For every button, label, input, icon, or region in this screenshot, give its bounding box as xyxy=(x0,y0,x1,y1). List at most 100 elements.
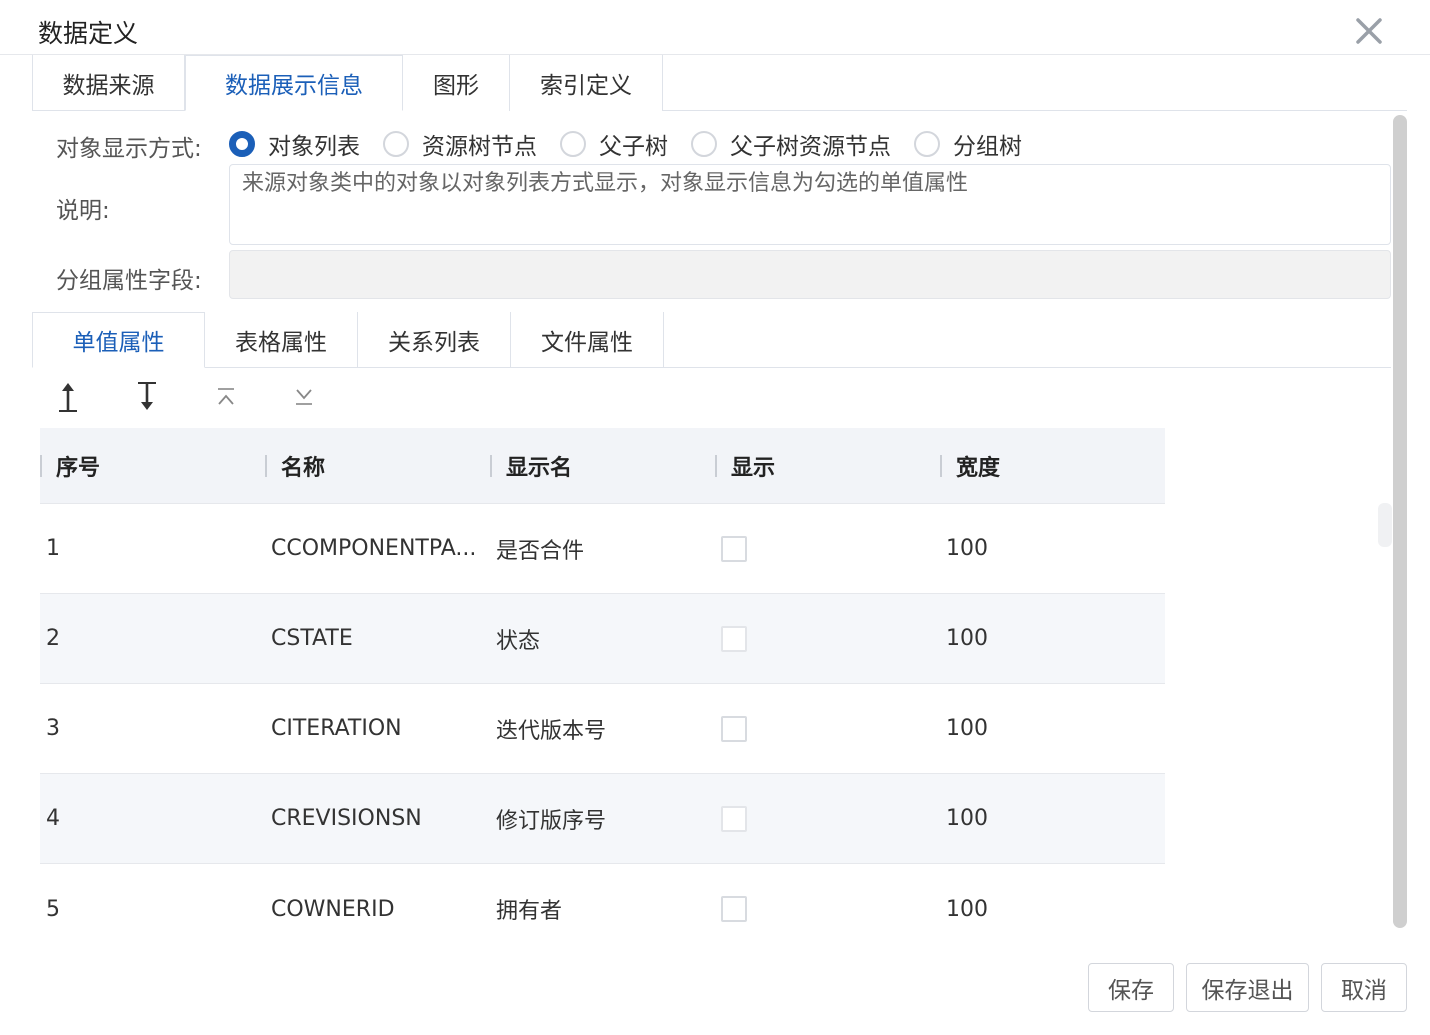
tab-bar-underline xyxy=(663,110,1407,111)
cell-width: 100 xyxy=(946,896,988,922)
tab-relation-list[interactable]: 关系列表 xyxy=(358,312,511,368)
radio-unchecked-icon xyxy=(560,131,586,157)
table-header: 序号 名称 显示名 显示 宽度 xyxy=(40,428,1165,504)
radio-resource-tree-node[interactable]: 资源树节点 xyxy=(383,127,537,161)
tab-label: 图形 xyxy=(433,73,479,99)
vertical-scrollbar[interactable] xyxy=(1393,115,1407,928)
tab-label: 文件属性 xyxy=(541,330,633,356)
move-top-icon[interactable] xyxy=(211,380,241,414)
column-header-index[interactable]: 序号 xyxy=(40,428,265,503)
column-header-width[interactable]: 宽度 xyxy=(940,428,1165,503)
radio-label: 父子树资源节点 xyxy=(730,134,891,160)
cell-name: COWNERID xyxy=(271,896,395,922)
column-header-label: 显示 xyxy=(731,455,776,481)
close-icon[interactable] xyxy=(1352,14,1386,48)
tab-label: 单值属性 xyxy=(72,330,165,356)
move-up-icon[interactable] xyxy=(53,380,83,414)
tab-data-source[interactable]: 数据来源 xyxy=(32,55,185,111)
column-header-display-name[interactable]: 显示名 xyxy=(490,428,715,503)
radio-label: 对象列表 xyxy=(268,134,360,160)
shown-checkbox[interactable] xyxy=(721,805,747,832)
cell-name: CSTATE xyxy=(271,626,353,651)
attributes-table: 序号 名称 显示名 显示 宽度 1 CCOMPONENTPA... 是否合件 1… xyxy=(40,428,1165,954)
cell-width: 100 xyxy=(946,716,988,741)
radio-label: 父子树 xyxy=(599,134,668,160)
dialog-title: 数据定义 xyxy=(38,19,139,48)
table-row[interactable]: 5 COWNERID 拥有者 100 xyxy=(40,864,1165,954)
tab-file-attributes[interactable]: 文件属性 xyxy=(511,312,664,368)
radio-unchecked-icon xyxy=(691,131,717,157)
tab-label: 索引定义 xyxy=(540,73,632,99)
shown-checkbox[interactable] xyxy=(721,715,747,742)
inner-scrollbar-thumb[interactable] xyxy=(1378,503,1392,547)
tab-bar-underline-left xyxy=(32,110,185,111)
cell-width: 100 xyxy=(946,806,988,831)
move-bottom-icon[interactable] xyxy=(289,380,319,414)
cell-index: 5 xyxy=(46,896,60,922)
table-row[interactable]: 4 CREVISIONSN 修订版序号 100 xyxy=(40,774,1165,864)
group-field-label: 分组属性字段: xyxy=(56,268,202,294)
table-row[interactable]: 2 CSTATE 状态 100 xyxy=(40,594,1165,684)
table-row[interactable]: 1 CCOMPONENTPA... 是否合件 100 xyxy=(40,504,1165,594)
column-header-label: 显示名 xyxy=(506,455,573,481)
sub-tab-bar: 单值属性 表格属性 关系列表 文件属性 xyxy=(32,312,664,368)
description-textarea[interactable]: 来源对象类中的对象以对象列表方式显示，对象显示信息为勾选的单值属性 xyxy=(229,164,1391,245)
cell-index: 1 xyxy=(46,536,60,561)
radio-object-list[interactable]: 对象列表 xyxy=(229,127,360,161)
cell-display-name: 状态 xyxy=(496,628,541,654)
cell-shown xyxy=(721,594,946,683)
shown-checkbox[interactable] xyxy=(721,535,747,562)
cell-display-name: 拥有者 xyxy=(496,899,563,924)
tab-table-attributes[interactable]: 表格属性 xyxy=(205,312,358,368)
tab-label: 数据来源 xyxy=(62,73,155,99)
column-header-shown[interactable]: 显示 xyxy=(715,428,940,503)
description-label: 说明: xyxy=(56,198,110,224)
radio-unchecked-icon xyxy=(914,131,940,157)
radio-unchecked-icon xyxy=(383,131,409,157)
column-header-label: 名称 xyxy=(281,455,326,481)
tab-data-display-info[interactable]: 数据展示信息 xyxy=(185,55,403,111)
cell-shown xyxy=(721,504,946,593)
display-mode-label: 对象显示方式: xyxy=(56,136,202,162)
cell-display-name: 迭代版本号 xyxy=(496,718,607,744)
sub-tab-bar-underline xyxy=(205,367,1391,368)
cell-index: 2 xyxy=(46,626,60,651)
shown-checkbox[interactable] xyxy=(721,625,747,652)
group-field-input[interactable] xyxy=(229,250,1391,299)
column-header-name[interactable]: 名称 xyxy=(265,428,490,503)
cell-width: 100 xyxy=(946,626,988,651)
cell-index: 4 xyxy=(46,806,60,831)
tab-label: 关系列表 xyxy=(388,330,480,356)
save-exit-button[interactable]: 保存退出 xyxy=(1186,963,1309,1012)
cell-shown xyxy=(721,774,946,863)
display-mode-radio-group: 对象列表 资源树节点 父子树 父子树资源节点 分组树 xyxy=(229,127,1045,161)
radio-checked-icon xyxy=(229,131,255,157)
radio-parent-child-resource-node[interactable]: 父子树资源节点 xyxy=(691,127,891,161)
cell-name: CREVISIONSN xyxy=(271,806,422,831)
radio-label: 资源树节点 xyxy=(422,134,537,160)
cancel-button[interactable]: 取消 xyxy=(1321,963,1407,1012)
column-header-label: 序号 xyxy=(56,455,101,481)
cell-display-name: 是否合件 xyxy=(496,538,585,564)
shown-checkbox[interactable] xyxy=(721,896,747,922)
main-tab-bar: 数据来源 数据展示信息 图形 索引定义 xyxy=(32,55,663,111)
move-down-icon[interactable] xyxy=(132,380,162,414)
radio-label: 分组树 xyxy=(953,134,1022,160)
radio-group-tree[interactable]: 分组树 xyxy=(914,127,1022,161)
cell-name: CITERATION xyxy=(271,716,402,741)
cell-width: 100 xyxy=(946,536,988,561)
tab-single-value-attributes[interactable]: 单值属性 xyxy=(32,312,205,368)
cell-shown xyxy=(721,684,946,773)
cell-name: CCOMPONENTPA... xyxy=(271,536,477,561)
cell-index: 3 xyxy=(46,716,60,741)
cell-display-name: 修订版序号 xyxy=(496,808,607,834)
save-button[interactable]: 保存 xyxy=(1088,963,1174,1012)
tab-label: 数据展示信息 xyxy=(225,73,363,99)
tab-index-definition[interactable]: 索引定义 xyxy=(510,55,663,111)
tab-graphics[interactable]: 图形 xyxy=(403,55,510,111)
radio-parent-child-tree[interactable]: 父子树 xyxy=(560,127,668,161)
column-header-label: 宽度 xyxy=(956,455,1001,481)
tab-label: 表格属性 xyxy=(235,330,327,356)
table-row[interactable]: 3 CITERATION 迭代版本号 100 xyxy=(40,684,1165,774)
cell-shown xyxy=(721,864,946,954)
